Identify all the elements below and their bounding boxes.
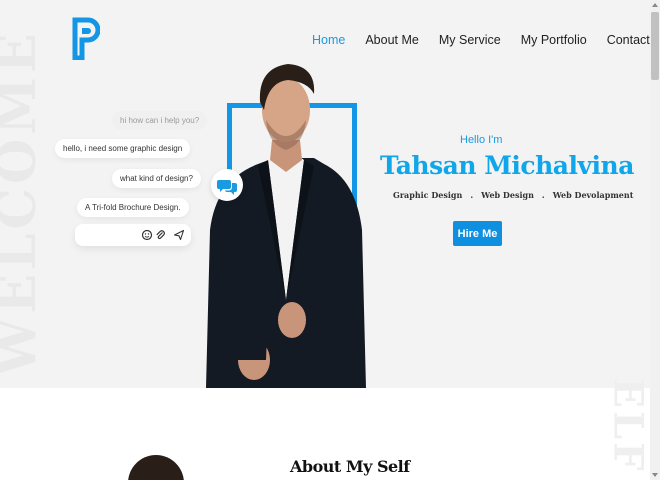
attachment-icon[interactable] [154,229,166,241]
portrait-image [206,64,366,388]
chat-bubble: what kind of design? [112,169,201,188]
emoji-icon[interactable] [141,229,153,241]
nav-my-portfolio[interactable]: My Portfolio [521,33,587,47]
send-icon[interactable] [173,229,185,241]
skills-list: Graphic Design . Web Design . Web Devola… [393,190,633,200]
nav-about-me[interactable]: About Me [365,33,419,47]
about-watermark: ELF [604,377,651,474]
chat-input[interactable] [75,224,191,246]
hero-section: WELCOME Home About Me My Service My Port… [0,0,650,388]
welcome-watermark: WELCOME [0,29,48,376]
scrollbar[interactable] [650,0,660,480]
chat-bubble: A Tri-fold Brochure Design. [77,198,189,217]
chat-bubbles-icon [217,180,237,195]
nav-contact[interactable]: Contact [607,33,650,47]
nav-my-service[interactable]: My Service [439,33,501,47]
skill-item: Web Design [481,190,534,200]
chat-button[interactable] [211,169,243,201]
about-photo [128,455,184,480]
nav-home[interactable]: Home [312,33,345,47]
chat-bubble: hi how can i help you? [112,111,208,130]
greeting-text: Hello I'm [460,134,503,146]
skill-separator: . [541,190,545,200]
logo-p-icon[interactable] [72,16,100,60]
scroll-up-arrow-icon[interactable] [650,0,660,10]
about-title: About My Self [290,457,410,476]
scrollbar-thumb[interactable] [651,12,659,80]
skill-separator: . [470,190,474,200]
chat-bubble: hello, i need some graphic design [55,139,191,158]
skill-item: Web Devolapment [552,190,634,200]
hero-name: Tahsan Michalvina [380,151,634,180]
page: WELCOME Home About Me My Service My Port… [0,0,650,480]
scroll-down-arrow-icon[interactable] [650,470,660,480]
hire-me-button[interactable]: Hire Me [453,221,502,246]
main-nav: Home About Me My Service My Portfolio Co… [312,33,650,47]
skill-item: Graphic Design [393,190,463,200]
